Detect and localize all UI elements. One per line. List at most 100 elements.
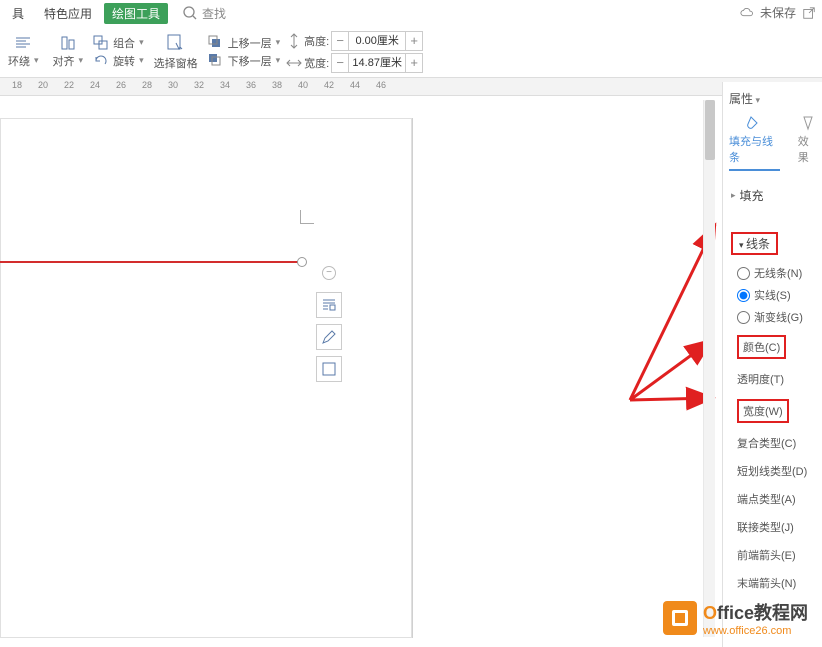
- bring-forward-icon: [208, 35, 224, 51]
- radio-gradient-line[interactable]: 渐变线(G): [737, 309, 818, 325]
- width-plus[interactable]: +: [406, 54, 422, 72]
- send-backward-button[interactable]: 下移一层▾: [208, 53, 281, 69]
- layer-stack: 上移一层▾ 下移一层▾: [208, 35, 281, 69]
- tab-fill-line-label: 填充与线条: [729, 133, 780, 165]
- watermark-url: www.office26.com: [703, 625, 808, 637]
- height-label: 高度:: [304, 33, 329, 49]
- bring-forward-button[interactable]: 上移一层▾: [208, 35, 281, 51]
- selection-pane-icon: [166, 33, 186, 53]
- prop-compound-row[interactable]: 复合类型(C): [737, 435, 818, 451]
- height-icon: [286, 33, 302, 49]
- radio-no-line[interactable]: 无线条(N): [737, 265, 818, 281]
- ruler-tick: 46: [376, 80, 386, 90]
- corner-marker: [300, 210, 314, 224]
- watermark: Office教程网 www.office26.com: [663, 599, 808, 637]
- ruler-tick: 18: [12, 80, 22, 90]
- prop-arrow-start-row[interactable]: 前端箭头(E): [737, 547, 818, 563]
- prop-width-row[interactable]: 宽度(W): [737, 399, 789, 423]
- prop-color-row[interactable]: 颜色(C): [737, 335, 786, 359]
- height-plus[interactable]: +: [406, 32, 422, 50]
- ribbon-toolbar: 环绕▾ 对齐▾ 组合▾ 旋转▾ 选择窗格 上移一层▾ 下移一层▾ 高度:: [0, 26, 822, 78]
- vertical-scrollbar[interactable]: [703, 100, 715, 637]
- line-section-header[interactable]: ▾ 线条: [729, 226, 818, 261]
- panel-title: 属性 ▾: [729, 90, 818, 107]
- ruler-tick: 38: [272, 80, 282, 90]
- panel-tabs: 填充与线条 效果: [729, 115, 818, 171]
- ruler-tick: 34: [220, 80, 230, 90]
- prop-cap-row[interactable]: 端点类型(A): [737, 491, 818, 507]
- horizontal-ruler: 182022242628303234363840424446: [0, 78, 822, 96]
- prop-join-row[interactable]: 联接类型(J): [737, 519, 818, 535]
- height-minus[interactable]: −: [332, 32, 348, 50]
- ruler-tick: 36: [246, 80, 256, 90]
- rotate-button[interactable]: 旋转▾: [93, 53, 144, 69]
- radio-gradient-label: 渐变线(G): [754, 309, 803, 325]
- ruler-tick: 32: [194, 80, 204, 90]
- rotate-label: 旋转: [113, 53, 135, 69]
- width-icon: [286, 55, 302, 71]
- search-box[interactable]: 查找: [182, 5, 226, 22]
- share-icon[interactable]: [802, 6, 816, 20]
- line-type-radios: 无线条(N) 实线(S) 渐变线(G): [729, 261, 818, 335]
- document-page[interactable]: −: [0, 118, 413, 638]
- width-spinner[interactable]: − 14.87厘米 +: [331, 53, 423, 73]
- align-group[interactable]: 对齐▾: [49, 35, 88, 69]
- edit-shape-button[interactable]: [316, 324, 342, 350]
- height-spinner[interactable]: − 0.00厘米 +: [331, 31, 423, 51]
- fill-line-icon: [745, 115, 763, 131]
- height-value[interactable]: 0.00厘米: [348, 32, 406, 50]
- send-backward-icon: [208, 53, 224, 69]
- group-button[interactable]: 组合▾: [93, 35, 144, 51]
- group-label: 组合: [113, 35, 135, 51]
- tab-drawing-tools[interactable]: 绘图工具: [104, 3, 168, 24]
- line-section-label: 线条: [746, 237, 770, 251]
- tab-effects-label: 效果: [798, 133, 818, 165]
- size-stack: 高度: − 0.00厘米 + 宽度: − 14.87厘米 +: [286, 31, 423, 73]
- text-wrap-group[interactable]: 环绕▾: [4, 35, 43, 69]
- prop-arrow-end-row[interactable]: 末端箭头(N): [737, 575, 818, 591]
- radio-solid-label: 实线(S): [754, 287, 791, 303]
- title-bar-right: 未保存: [740, 4, 816, 21]
- send-backward-label: 下移一层: [228, 53, 272, 69]
- rect-icon: [321, 361, 337, 377]
- width-label: 宽度:: [304, 55, 329, 71]
- fill-section-label: 填充: [740, 187, 764, 204]
- layout-options-button[interactable]: [316, 292, 342, 318]
- prop-dash-row[interactable]: 短划线类型(D): [737, 463, 818, 479]
- canvas-area: −: [0, 100, 714, 647]
- watermark-title: Office教程网: [703, 599, 808, 625]
- line-endpoint-handle[interactable]: [297, 257, 307, 267]
- tab-featured[interactable]: 特色应用: [36, 3, 100, 24]
- width-value[interactable]: 14.87厘米: [348, 54, 406, 72]
- tab-fill-and-line[interactable]: 填充与线条: [729, 115, 780, 171]
- width-minus[interactable]: −: [332, 54, 348, 72]
- group-rotate-stack: 组合▾ 旋转▾: [93, 35, 144, 69]
- layout-icon: [321, 297, 337, 313]
- lines-icon: [15, 35, 31, 51]
- fill-section-header[interactable]: ▸填充: [729, 181, 818, 210]
- effects-icon: [799, 115, 817, 131]
- line-properties: 颜色(C) 透明度(T) 宽度(W) 复合类型(C) 短划线类型(D) 端点类型…: [729, 335, 818, 591]
- wrap-label: 环绕: [8, 53, 30, 69]
- ruler-tick: 30: [168, 80, 178, 90]
- cloud-icon: [740, 6, 754, 20]
- select-pane-label: 选择窗格: [154, 55, 198, 71]
- ruler-tick: 24: [90, 80, 100, 90]
- ruler-tick: 40: [298, 80, 308, 90]
- tab-effects[interactable]: 效果: [798, 115, 818, 171]
- shape-fill-button[interactable]: [316, 356, 342, 382]
- selected-line-shape[interactable]: [0, 261, 300, 263]
- select-pane-button[interactable]: 选择窗格: [150, 33, 202, 71]
- radio-no-line-label: 无线条(N): [754, 265, 802, 281]
- collapse-handle[interactable]: −: [322, 266, 336, 280]
- radio-solid-line[interactable]: 实线(S): [737, 287, 818, 303]
- office-logo-icon: [670, 608, 690, 628]
- watermark-badge: [663, 601, 697, 635]
- scrollbar-thumb[interactable]: [705, 100, 715, 160]
- prop-opacity-row[interactable]: 透明度(T): [737, 371, 818, 387]
- tab-partial[interactable]: 具: [4, 3, 32, 24]
- ruler-tick: 28: [142, 80, 152, 90]
- search-label: 查找: [202, 5, 226, 22]
- unsaved-label: 未保存: [760, 4, 796, 21]
- search-icon: [182, 5, 198, 21]
